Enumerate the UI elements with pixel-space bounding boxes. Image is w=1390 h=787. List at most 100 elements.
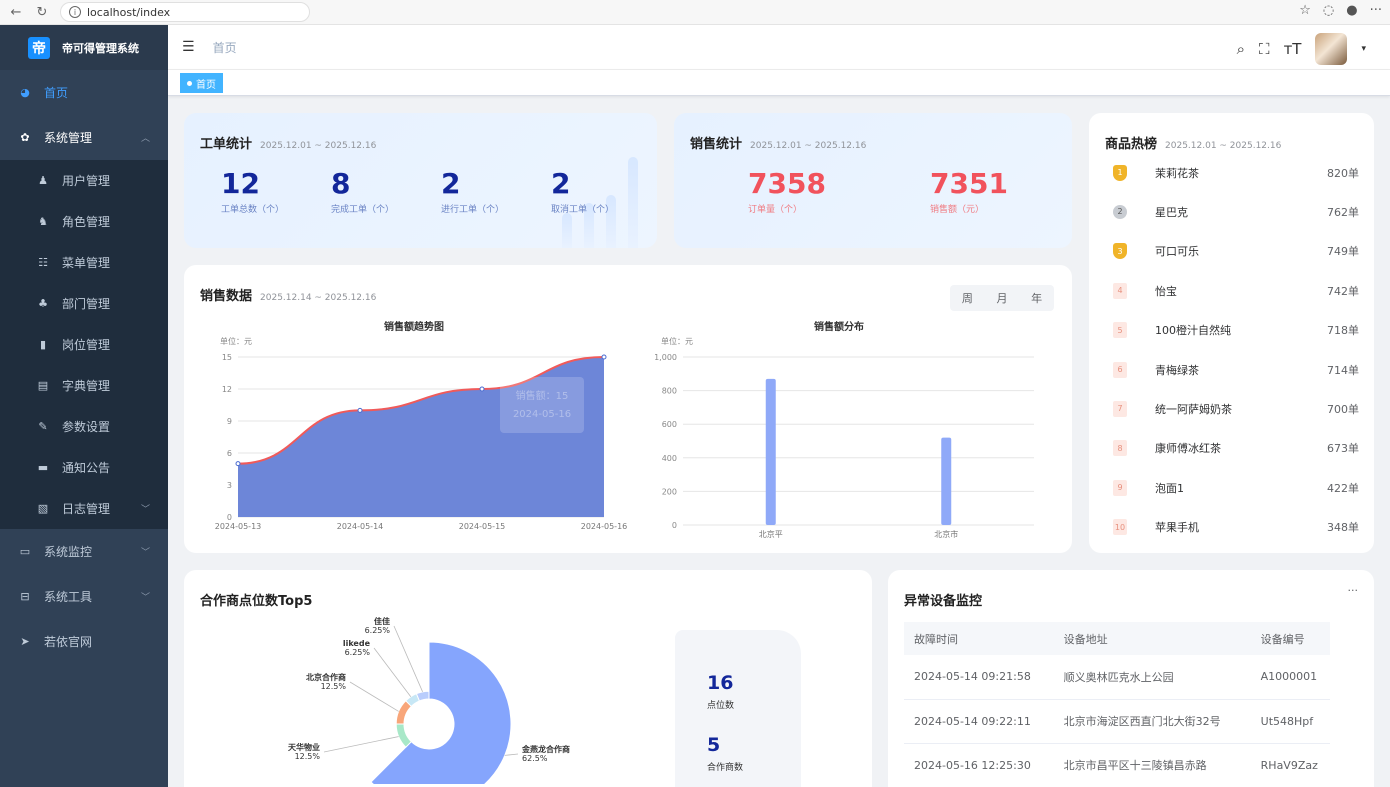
tooltip-text: 2024-05-16	[513, 409, 571, 420]
tag-home[interactable]: 首页	[180, 73, 223, 93]
product-orders: 673单	[1327, 442, 1359, 456]
fullscreen-icon[interactable]: ⛶	[1259, 40, 1270, 58]
breadcrumb[interactable]: 首页	[213, 39, 237, 56]
stat-partners: 5 合作商数	[707, 734, 744, 773]
sidebar-item-menu[interactable]: ☷ 菜单管理	[0, 242, 168, 283]
sales-trend-chart: 销售额趋势图单位：元 0 3 6 9 12 15 2024-05-13 2024-05-14 20…	[215, 320, 628, 531]
log-icon: ▧	[37, 502, 49, 515]
table-row[interactable]: 2024-05-14 09:21:58 顺义奥林匹克水上公园 A1000001	[904, 655, 1330, 700]
sidebar-item-dept[interactable]: ♣ 部门管理	[0, 283, 168, 324]
search-icon[interactable]: ⌕	[1237, 40, 1245, 58]
partner-summary-panel: 16 点位数 5 合作商数	[675, 630, 801, 787]
logo-text: 帝可得管理系统	[62, 41, 139, 55]
sidebar-item-label: 若依官网	[44, 635, 93, 649]
sales-data-card: 销售数据 2025.12.14 ~ 2025.12.16 周 月 年 销售额趋势图…	[184, 265, 1072, 553]
sidebar-item-website[interactable]: ➤ 若依官网	[0, 619, 168, 664]
stat-inprogress-orders: 2 进行工单（个）	[441, 167, 505, 215]
decor-bar	[628, 157, 638, 248]
sidebar-item-user[interactable]: ♟ 用户管理	[0, 160, 168, 201]
stat-completed-orders: 8 完成工单（个）	[331, 167, 395, 215]
address-bar[interactable]: i localhost/index	[60, 2, 310, 22]
list-item: 10 苹果手机 348单	[1105, 508, 1359, 547]
sidebar-item-monitor[interactable]: ▭ 系统监控 ﹀	[0, 529, 168, 574]
data-point[interactable]	[235, 461, 241, 467]
y-tick-label: 9	[227, 417, 232, 426]
x-tick-label: 2024-05-16	[581, 522, 628, 531]
product-orders: 820单	[1327, 166, 1359, 180]
y-tick-label: 12	[222, 385, 232, 394]
more-icon[interactable]: ···	[1348, 584, 1359, 597]
pie-slice[interactable]	[415, 690, 430, 702]
table-row[interactable]: 2024-05-14 09:22:11 北京市海淀区西直门北大街32号 Ut548H…	[904, 699, 1330, 744]
data-point[interactable]	[357, 407, 363, 413]
avatar[interactable]	[1315, 33, 1348, 65]
product-orders: 718单	[1327, 324, 1359, 338]
product-name: 统一阿萨姆奶茶	[1155, 402, 1232, 416]
device-code-cell: RHaV9Zaz	[1250, 743, 1330, 787]
y-tick-label: 15	[222, 353, 232, 362]
table-row[interactable]: 2024-05-16 12:25:30 北京市昌平区十三陵镇昌赤路 RHaV9Zaz	[904, 743, 1330, 787]
sidebar-item-role[interactable]: ♞ 角色管理	[0, 201, 168, 242]
device-title: 异常设备监控	[904, 594, 983, 609]
rank-badge-icon: 6	[1113, 361, 1127, 378]
post-icon: ▮	[39, 338, 47, 351]
dot-icon	[187, 80, 192, 86]
rank-badge-icon: 1	[1113, 164, 1127, 181]
col-fault-time: 故障时间	[904, 622, 1054, 655]
caret-down-icon[interactable]: ▾	[1361, 44, 1366, 54]
sales-title: 销售统计 2025.12.01 ~ 2025.12.16	[690, 137, 867, 152]
edit-icon: ✎	[38, 420, 48, 433]
hot-products-card: 商品热榜 2025.12.01 ~ 2025.12.16 1 茉莉花茶 820单 2 星巴…	[1089, 113, 1374, 553]
star-icon[interactable]: ☆	[1299, 3, 1311, 18]
sidebar-item-post[interactable]: ▮ 岗位管理	[0, 324, 168, 365]
bar[interactable]	[765, 378, 776, 525]
sidebar-item-home[interactable]: ◕ 首页	[0, 70, 168, 115]
sales-data-title: 销售数据 2025.12.14 ~ 2025.12.16	[200, 289, 377, 304]
period-week[interactable]: 周	[962, 290, 973, 306]
chevron-up-icon: ︿	[140, 134, 150, 144]
period-year[interactable]: 年	[1031, 290, 1042, 306]
extension-icon[interactable]: ◌	[1323, 3, 1334, 18]
rank-badge-icon: 5	[1113, 322, 1127, 339]
sidebar-logo[interactable]: 帝 帝可得管理系统	[0, 25, 168, 70]
more-icon[interactable]: ···	[1370, 3, 1382, 18]
slice-percent: 6.25%	[365, 626, 391, 635]
data-point[interactable]	[479, 386, 485, 392]
sales-data-range: 2025.12.14 ~ 2025.12.16	[260, 293, 377, 303]
list-item: 1 茉莉花茶 820单	[1105, 153, 1359, 192]
sidebar-item-label: 岗位管理	[62, 338, 111, 352]
pie-slice[interactable]	[395, 723, 413, 748]
product-name: 100橙汁自然纯	[1155, 324, 1231, 338]
data-point[interactable]	[601, 354, 607, 360]
list-item: 7 统一阿萨姆奶茶 700单	[1105, 389, 1359, 428]
product-orders: 348单	[1327, 521, 1359, 535]
col-device-code: 设备编号	[1250, 622, 1330, 655]
sidebar-item-log[interactable]: ▧ 日志管理 ﹀	[0, 488, 168, 529]
reload-icon[interactable]: ↻	[32, 2, 52, 22]
workorder-range: 2025.12.01 ~ 2025.12.16	[260, 141, 377, 151]
y-tick-label: 3	[227, 481, 232, 490]
workorder-card: 工单统计 2025.12.01 ~ 2025.12.16 12 工单总数（个） 8完…	[184, 113, 657, 248]
sidebar-item-system[interactable]: ✿ 系统管理 ︿	[0, 115, 168, 160]
hamburger-icon[interactable]: ☰	[182, 39, 195, 55]
back-icon[interactable]: ←	[6, 2, 26, 22]
sidebar-item-label: 参数设置	[62, 420, 111, 434]
rank-badge-icon: 10	[1113, 519, 1127, 536]
y-tick-label: 1,000	[654, 353, 677, 362]
profile-icon[interactable]: ●	[1346, 3, 1357, 18]
tags-view: 首页	[168, 70, 1390, 96]
list-item: 8 康师傅冰红茶 673单	[1105, 429, 1359, 468]
slice-label: 佳佳	[374, 616, 390, 626]
user-icon: ♟	[38, 174, 48, 187]
bar[interactable]	[941, 437, 952, 525]
sidebar-item-dict[interactable]: ▤ 字典管理	[0, 365, 168, 406]
font-size-icon[interactable]: ᴛT	[1284, 40, 1302, 58]
sidebar-item-tool[interactable]: ⊟ 系统工具 ﹀	[0, 574, 168, 619]
list-item: 4 怡宝 742单	[1105, 271, 1359, 310]
period-month[interactable]: 月	[996, 290, 1007, 306]
pie-slice[interactable]	[370, 641, 512, 784]
product-orders: 714单	[1327, 363, 1359, 377]
sidebar-item-config[interactable]: ✎ 参数设置	[0, 406, 168, 447]
sidebar-item-label: 角色管理	[62, 215, 111, 229]
sidebar-item-notice[interactable]: ▬ 通知公告	[0, 447, 168, 488]
